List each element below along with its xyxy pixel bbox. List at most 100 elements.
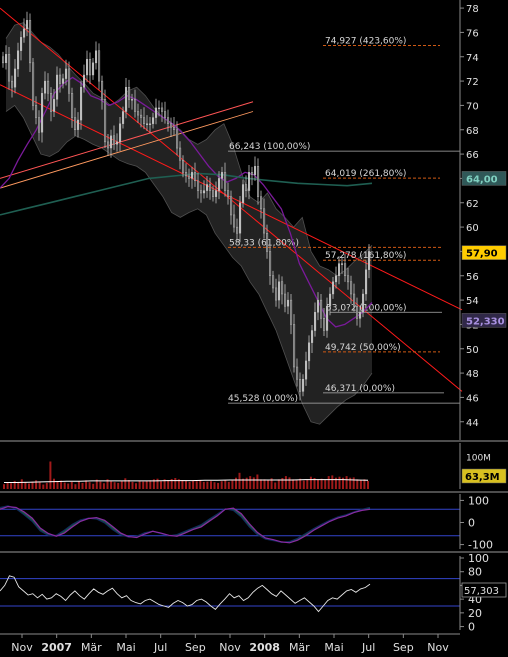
candle-body — [226, 190, 230, 197]
volume-bar — [259, 479, 262, 489]
volume-bar — [102, 483, 105, 489]
x-axis-tick-label: Mär — [289, 641, 310, 654]
candle-body — [139, 114, 143, 118]
volume-bar — [227, 481, 230, 489]
candle-body — [299, 379, 302, 392]
oscillator-1-y-tick-label: -100 — [468, 539, 493, 552]
volume-bar — [356, 479, 359, 489]
volume-bar — [345, 476, 348, 489]
volume-bar — [167, 480, 170, 489]
candle-body — [76, 119, 80, 130]
price-y-tick-label: 44 — [466, 418, 479, 429]
candle — [257, 158, 260, 205]
candle-body — [50, 93, 53, 112]
volume-bar — [138, 480, 141, 489]
candle-body — [178, 147, 182, 161]
candle-body — [44, 80, 47, 94]
volume-bar — [117, 482, 120, 489]
volume-bar — [81, 482, 84, 489]
price-y-tick-label: 70 — [466, 101, 479, 112]
price-y-tick-label: 46 — [466, 393, 479, 404]
candle-body — [193, 172, 197, 182]
x-axis-tick-label: 2008 — [249, 641, 280, 654]
volume-bar — [238, 472, 241, 489]
volume-bar — [327, 476, 330, 489]
x-axis-tick-label: Nov — [427, 641, 449, 654]
volume-bar — [49, 461, 52, 489]
candle-body — [64, 68, 68, 79]
level-label-9: 45,528 (0,00%) — [228, 394, 298, 404]
candle-body — [154, 107, 158, 118]
volume-bar — [156, 478, 159, 489]
candle-body — [365, 269, 368, 295]
price-y-tick-label: 60 — [466, 223, 479, 234]
candle-body — [184, 172, 188, 177]
x-axis-tick-label: Mai — [324, 641, 343, 654]
candle-body — [121, 111, 125, 124]
volume-bar — [295, 480, 298, 489]
candle — [85, 50, 89, 83]
volume-bar — [63, 482, 66, 489]
volume-bar — [284, 476, 287, 489]
candle-body — [160, 107, 164, 112]
candle-body — [353, 293, 356, 307]
x-axis-tick-label: Nov — [219, 641, 241, 654]
oscillator-2-value-flag-label: 57,303 — [464, 586, 499, 597]
oscillator-1-line-b — [0, 505, 371, 544]
candle-body — [196, 180, 200, 191]
oscillator-2-panel: 020408010057,303 — [0, 552, 507, 634]
candle-body — [247, 172, 251, 191]
candle-body — [13, 68, 17, 88]
volume-bar — [288, 477, 291, 489]
candle-body — [320, 299, 323, 319]
candle-body — [290, 299, 293, 325]
volume-bar — [142, 481, 145, 489]
x-axis-tick-label: Mär — [81, 641, 102, 654]
candle-body — [190, 172, 194, 179]
volume-bar — [6, 482, 9, 489]
volume-bar — [195, 481, 198, 489]
candle-body — [257, 166, 260, 197]
volume-bar — [188, 481, 191, 489]
candle-body — [85, 59, 89, 76]
volume-bar — [135, 483, 137, 489]
volume-bar — [324, 480, 327, 489]
candle-body — [26, 20, 29, 29]
candle-body — [53, 99, 56, 112]
candle-body — [88, 59, 92, 76]
volume-bar — [210, 481, 212, 489]
candle-body — [133, 99, 137, 112]
volume-bar — [149, 480, 152, 489]
candle — [103, 89, 107, 148]
volume-bar — [245, 477, 248, 489]
candle — [91, 57, 95, 80]
candle-body — [305, 360, 308, 380]
candle-body — [103, 99, 107, 143]
volume-bar — [352, 477, 355, 489]
volume-bar — [292, 479, 295, 489]
volume-bar — [302, 480, 305, 489]
candle — [88, 52, 92, 85]
x-axis-tick-label: Jul — [153, 641, 167, 654]
volume-bar — [185, 480, 187, 489]
volume-bar — [24, 482, 27, 489]
candle-body — [269, 251, 272, 276]
candle-body — [148, 123, 152, 125]
volume-bar — [85, 480, 88, 489]
volume-bar — [338, 476, 341, 489]
volume-bar — [309, 476, 312, 489]
price-value-flag-label: 64,00 — [466, 174, 498, 185]
candle-body — [172, 127, 176, 130]
volume-bar — [277, 479, 280, 489]
candle-body — [308, 342, 311, 362]
volume-bar — [174, 478, 177, 489]
candle-body — [157, 107, 161, 110]
volume-bar — [77, 481, 80, 489]
candle-body — [151, 117, 155, 124]
candle-body — [287, 299, 290, 307]
x-axis-tick-label: Nov — [11, 641, 33, 654]
candle-body — [263, 208, 266, 234]
candle-body — [326, 306, 329, 331]
candle-body — [266, 232, 269, 252]
candle-body — [350, 281, 353, 295]
